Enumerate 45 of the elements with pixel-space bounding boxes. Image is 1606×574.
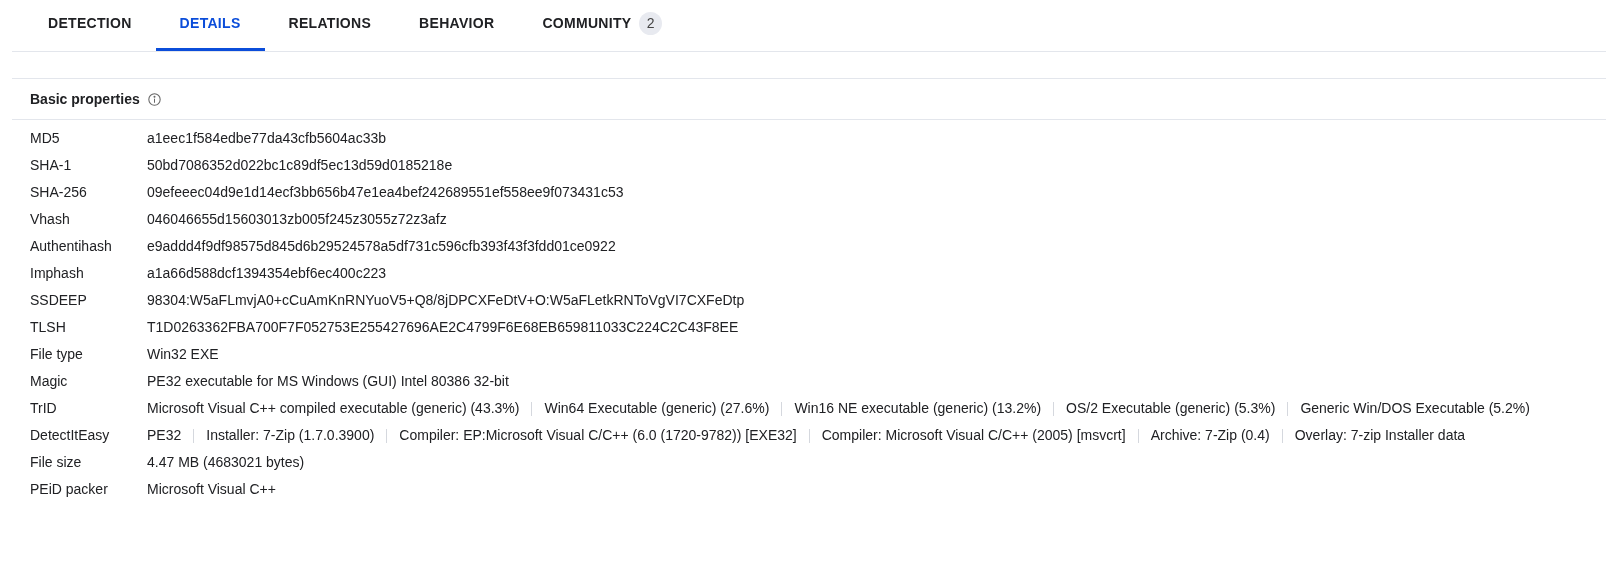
property-value: e9addd4f9df98575d845d6b29524578a5df731c596cfb393f43f3fdd01ce0922 xyxy=(147,238,616,254)
property-value: Compiler: EP:Microsoft Visual C/C++ (6.0 (1720-9782)) [EXE32] xyxy=(399,427,797,443)
property-value: Overlay: 7-zip Installer data xyxy=(1294,427,1466,443)
property-value: Win64 Executable (generic) (27.6%) xyxy=(544,400,770,416)
property-value: Archive: 7-Zip (0.4) xyxy=(1150,427,1270,443)
property-value: 046046655d15603013zb005f245z3055z72z3afz xyxy=(147,211,447,227)
tab[interactable]: RELATIONS xyxy=(264,0,396,51)
tab[interactable]: DETAILS xyxy=(155,0,265,51)
property-label: TLSH xyxy=(30,318,67,337)
tab[interactable]: COMMUNITY 2 xyxy=(518,0,687,51)
info-icon[interactable] xyxy=(147,92,161,106)
property-label: Imphash xyxy=(30,264,85,283)
property-label: Magic xyxy=(30,372,69,391)
tab[interactable]: BEHAVIOR xyxy=(395,0,519,51)
property-label: DetectItEasy xyxy=(30,426,111,445)
tab[interactable]: DETECTION xyxy=(24,0,156,51)
property-value: Compiler: Microsoft Visual C/C++ (2005) [msvcrt] xyxy=(821,427,1126,443)
property-value: 4.47 MB (4683021 bytes) xyxy=(147,454,305,470)
property-label: Vhash xyxy=(30,210,71,229)
property-label: File type xyxy=(30,345,84,364)
property-value: Generic Win/DOS Executable (5.2%) xyxy=(1300,400,1530,416)
property-value: OS/2 Executable (generic) (5.3%) xyxy=(1066,400,1276,416)
property-label: TrID xyxy=(30,399,58,418)
property-label: PEiD packer xyxy=(30,480,109,499)
property-value: a1a66d588dcf1394354ebf6ec400c223 xyxy=(147,265,386,281)
property-label: File size xyxy=(30,453,83,472)
property-label: SHA-1 xyxy=(30,156,73,175)
count-badge: 2 xyxy=(639,12,663,35)
property-label: MD5 xyxy=(30,129,61,148)
property-value: a1eec1f584edbe77da43cfb5604ac33b xyxy=(147,130,386,146)
property-value: Microsoft Visual C++ compiled executable (generic) (43.3%) xyxy=(147,400,520,416)
property-label: SSDEEP xyxy=(30,291,88,310)
property-value: Win16 NE executable (generic) (13.2%) xyxy=(794,400,1042,416)
property-value: 09efeeec04d9e1d14ecf3bb656b47e1ea4bef242689551ef558ee9f073431c53 xyxy=(147,184,624,200)
property-label: Authentihash xyxy=(30,237,113,256)
property-value: Microsoft Visual C++ xyxy=(147,481,276,497)
property-value: 98304:W5aFLmvjA0+cCuAmKnRNYuoV5+Q8/8jDPCXFeDtV+O:W5aFLetkRNToVgVI7CXFeDtp xyxy=(147,292,745,308)
section-title: Basic properties xyxy=(30,89,140,109)
property-value: Installer: 7-Zip (1.7.0.3900) xyxy=(206,427,375,443)
property-label: SHA-256 xyxy=(30,183,88,202)
property-value: 50bd7086352d022bc1c89df5ec13d59d0185218e xyxy=(147,157,453,173)
property-value: PE32 executable for MS Windows (GUI) Intel 80386 32-bit xyxy=(147,373,509,389)
property-value: Win32 EXE xyxy=(147,346,219,362)
property-value: PE32 xyxy=(147,427,182,443)
property-value: T1D0263362FBA700F7F052753E255427696AE2C4799F6E68EB659811033C224C2C43F8EE xyxy=(147,319,739,335)
